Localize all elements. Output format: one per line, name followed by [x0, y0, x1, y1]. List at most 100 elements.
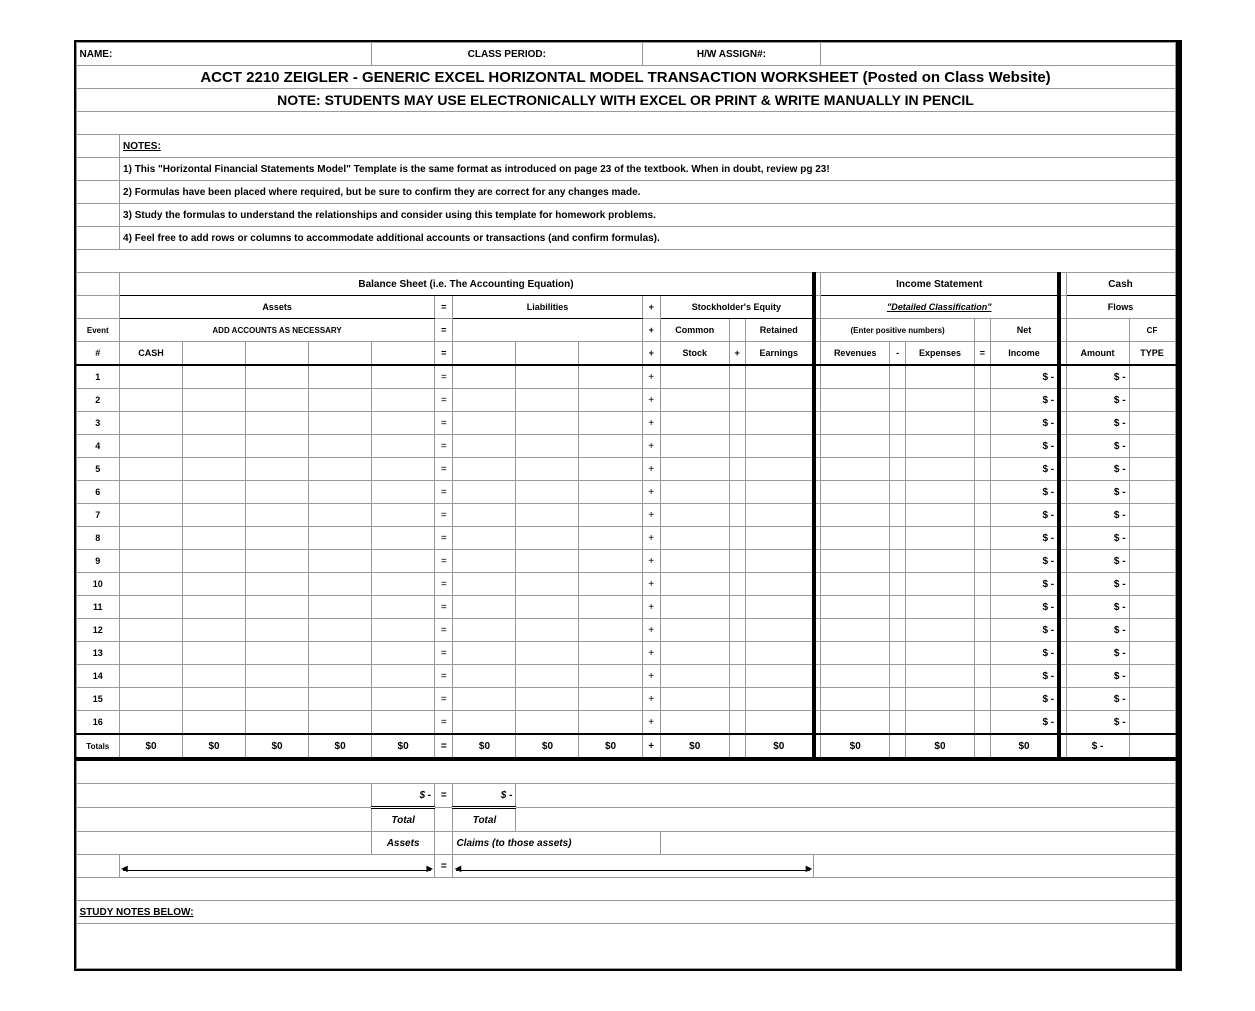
- revenues-cell[interactable]: [821, 665, 890, 688]
- revenues-cell[interactable]: [821, 619, 890, 642]
- revenues-cell[interactable]: [821, 642, 890, 665]
- cash-cell[interactable]: [120, 573, 183, 596]
- earnings-cell[interactable]: [745, 550, 814, 573]
- type-cell[interactable]: [1129, 596, 1175, 619]
- cash-cell[interactable]: [120, 596, 183, 619]
- expenses-cell[interactable]: [906, 688, 975, 711]
- revenues-cell[interactable]: [821, 458, 890, 481]
- expenses-cell[interactable]: [906, 619, 975, 642]
- stock-cell[interactable]: [660, 527, 729, 550]
- expenses-cell[interactable]: [906, 504, 975, 527]
- expenses-cell[interactable]: [906, 365, 975, 389]
- earnings-cell[interactable]: [745, 435, 814, 458]
- type-cell[interactable]: [1129, 458, 1175, 481]
- revenues-cell[interactable]: [821, 688, 890, 711]
- cash-cell[interactable]: [120, 642, 183, 665]
- stock-cell[interactable]: [660, 550, 729, 573]
- stock-cell[interactable]: [660, 389, 729, 412]
- earnings-cell[interactable]: [745, 688, 814, 711]
- type-cell[interactable]: [1129, 527, 1175, 550]
- expenses-cell[interactable]: [906, 435, 975, 458]
- type-cell[interactable]: [1129, 435, 1175, 458]
- assets-label: Assets: [372, 832, 435, 855]
- expenses-cell[interactable]: [906, 596, 975, 619]
- cash-cell[interactable]: [120, 711, 183, 735]
- expenses-cell[interactable]: [906, 481, 975, 504]
- earnings-cell[interactable]: [745, 711, 814, 735]
- expenses-cell[interactable]: [906, 642, 975, 665]
- type-cell[interactable]: [1129, 550, 1175, 573]
- type-cell[interactable]: [1129, 481, 1175, 504]
- revenues-cell[interactable]: [821, 365, 890, 389]
- earnings-cell[interactable]: [745, 365, 814, 389]
- earnings-cell[interactable]: [745, 619, 814, 642]
- earnings-cell[interactable]: [745, 642, 814, 665]
- earnings-cell[interactable]: [745, 458, 814, 481]
- stock-cell[interactable]: [660, 619, 729, 642]
- stock-cell[interactable]: [660, 711, 729, 735]
- revenues-cell[interactable]: [821, 412, 890, 435]
- cash-cell[interactable]: [120, 665, 183, 688]
- stock-cell[interactable]: [660, 458, 729, 481]
- expenses-cell[interactable]: [906, 458, 975, 481]
- revenues-cell[interactable]: [821, 527, 890, 550]
- expenses-cell[interactable]: [906, 550, 975, 573]
- type-cell[interactable]: [1129, 573, 1175, 596]
- cash-cell[interactable]: [120, 504, 183, 527]
- cash-cell[interactable]: [120, 389, 183, 412]
- revenues-cell[interactable]: [821, 504, 890, 527]
- stock-cell[interactable]: [660, 435, 729, 458]
- expenses-cell[interactable]: [906, 665, 975, 688]
- expenses-cell[interactable]: [906, 573, 975, 596]
- revenues-cell[interactable]: [821, 550, 890, 573]
- earnings-cell[interactable]: [745, 504, 814, 527]
- stock-cell[interactable]: [660, 596, 729, 619]
- earnings-cell[interactable]: [745, 665, 814, 688]
- revenues-cell[interactable]: [821, 573, 890, 596]
- type-cell[interactable]: [1129, 688, 1175, 711]
- cash-cell[interactable]: [120, 481, 183, 504]
- cash-cell[interactable]: [120, 550, 183, 573]
- earnings-cell[interactable]: [745, 412, 814, 435]
- type-cell[interactable]: [1129, 642, 1175, 665]
- note-1: 1) This "Horizontal Financial Statements…: [120, 158, 1175, 181]
- type-cell[interactable]: [1129, 665, 1175, 688]
- stock-cell[interactable]: [660, 573, 729, 596]
- earnings-cell[interactable]: [745, 573, 814, 596]
- type-cell[interactable]: [1129, 711, 1175, 735]
- revenues-cell[interactable]: [821, 435, 890, 458]
- stock-cell[interactable]: [660, 665, 729, 688]
- stock-cell[interactable]: [660, 504, 729, 527]
- type-cell[interactable]: [1129, 412, 1175, 435]
- expenses-cell[interactable]: [906, 527, 975, 550]
- cash-cell[interactable]: [120, 365, 183, 389]
- cash-cell[interactable]: [120, 527, 183, 550]
- stock-cell[interactable]: [660, 481, 729, 504]
- earnings-cell[interactable]: [745, 596, 814, 619]
- row-number: 5: [76, 458, 120, 481]
- cash-cell[interactable]: [120, 688, 183, 711]
- earnings-cell[interactable]: [745, 481, 814, 504]
- revenues-cell[interactable]: [821, 481, 890, 504]
- earnings-cell[interactable]: [745, 527, 814, 550]
- earnings-cell[interactable]: [745, 389, 814, 412]
- stock-cell[interactable]: [660, 412, 729, 435]
- cash-cell[interactable]: [120, 619, 183, 642]
- stock-cell[interactable]: [660, 688, 729, 711]
- stock-cell[interactable]: [660, 365, 729, 389]
- expenses-cell[interactable]: [906, 412, 975, 435]
- type-cell[interactable]: [1129, 504, 1175, 527]
- cash-cell[interactable]: [120, 458, 183, 481]
- type-cell[interactable]: [1129, 389, 1175, 412]
- cash-cell[interactable]: [120, 412, 183, 435]
- revenues-cell[interactable]: [821, 596, 890, 619]
- type-cell[interactable]: [1129, 365, 1175, 389]
- revenues-cell[interactable]: [821, 711, 890, 735]
- amount-cell: $ -: [1066, 458, 1129, 481]
- cash-cell[interactable]: [120, 435, 183, 458]
- type-cell[interactable]: [1129, 619, 1175, 642]
- stock-cell[interactable]: [660, 642, 729, 665]
- expenses-cell[interactable]: [906, 711, 975, 735]
- revenues-cell[interactable]: [821, 389, 890, 412]
- expenses-cell[interactable]: [906, 389, 975, 412]
